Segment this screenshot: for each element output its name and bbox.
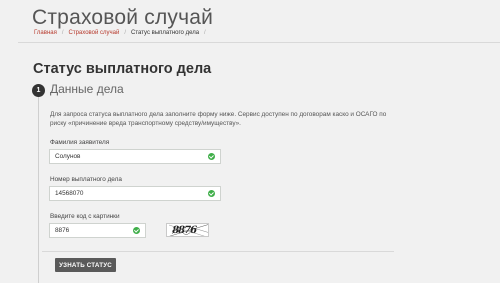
- case-number-value: 14568070: [55, 190, 84, 197]
- header-divider: [18, 42, 500, 43]
- step-title: Данные дела: [50, 82, 124, 96]
- check-circle-icon: [133, 227, 140, 234]
- check-status-button[interactable]: УЗНАТЬ СТАТУС: [55, 258, 116, 272]
- captcha-value: 8876: [55, 227, 70, 234]
- breadcrumb-home[interactable]: Главная: [34, 30, 57, 36]
- surname-value: Солунов: [55, 153, 81, 160]
- page-title: Страховой случай: [32, 6, 214, 29]
- check-circle-icon: [208, 153, 215, 160]
- breadcrumb-insurance-case[interactable]: Страховой случай: [69, 30, 120, 36]
- case-number-field[interactable]: 14568070: [49, 186, 221, 201]
- captcha-label: Введите код с картинки: [50, 213, 120, 220]
- captcha-input[interactable]: 8876: [49, 223, 146, 238]
- breadcrumb: Главная / Страховой случай / Статус выпл…: [34, 30, 211, 36]
- form-divider: [42, 251, 394, 252]
- surname-label: Фамилия заявителя: [50, 139, 110, 146]
- step-line: [38, 96, 39, 283]
- surname-field[interactable]: Солунов: [49, 149, 221, 164]
- form-description: Для запроса статуса выплатного дела запо…: [50, 111, 387, 127]
- captcha-image[interactable]: 8876: [166, 223, 209, 237]
- step-number-badge: 1: [32, 84, 45, 97]
- captcha-text: 8876: [170, 225, 198, 236]
- breadcrumb-separator: /: [124, 30, 127, 36]
- breadcrumb-current: Статус выплатного дела: [131, 30, 200, 36]
- breadcrumb-separator: /: [204, 30, 206, 36]
- check-circle-icon: [208, 190, 215, 197]
- case-number-label: Номер выплатного дела: [50, 176, 122, 183]
- section-title: Статус выплатного дела: [33, 61, 212, 77]
- breadcrumb-separator: /: [61, 30, 64, 36]
